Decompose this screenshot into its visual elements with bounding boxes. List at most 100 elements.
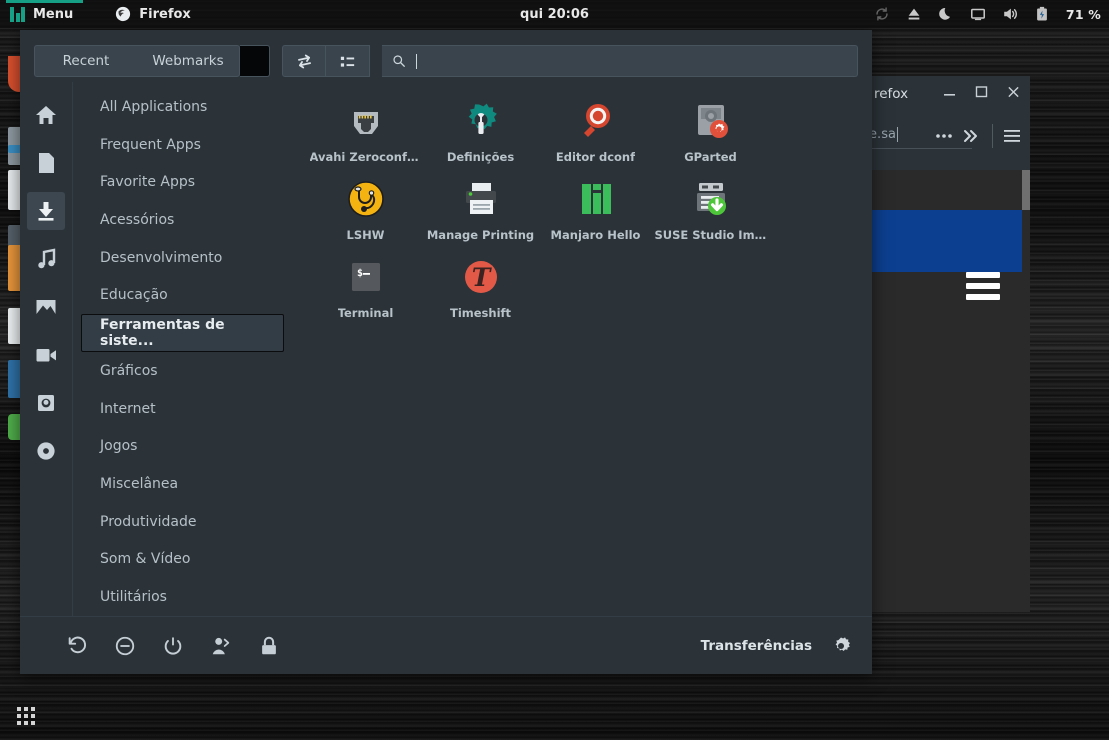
switch-view-icon[interactable] (282, 45, 326, 77)
chevron-double-right-icon[interactable] (957, 123, 985, 149)
tab-webmarks[interactable]: Webmarks (137, 46, 239, 76)
rail-downloads-icon[interactable] (27, 192, 65, 230)
app-item[interactable]: Avahi Zeroconf B... (308, 96, 423, 174)
menu-toolbar (282, 45, 370, 77)
rail-music-icon[interactable] (27, 240, 65, 278)
app-grid-icon (31, 707, 35, 711)
svg-text:$: $ (357, 268, 363, 279)
system-tray: 71 % (874, 6, 1101, 22)
category-item[interactable]: Acessórios (81, 201, 284, 239)
app-grid-icon (24, 714, 28, 718)
top-panel: Menu Firefox qui 20:06 71 % (0, 0, 1109, 28)
dconf-editor-icon (575, 100, 617, 142)
firefox-window[interactable]: refox re.sa (864, 76, 1030, 612)
menu-body: All Applications Frequent Apps Favorite … (20, 82, 872, 616)
page-hamburger-menu-icon[interactable] (966, 272, 1000, 305)
category-item-selected[interactable]: Ferramentas de siste... (81, 314, 284, 353)
show-desktop-button[interactable] (17, 707, 35, 725)
page-scrollbar[interactable] (1022, 170, 1030, 210)
eject-icon[interactable] (906, 6, 922, 22)
application-menu[interactable]: Recent Webmarks All Applications Frequen… (20, 30, 872, 674)
svg-text:T: T (471, 263, 492, 292)
list-view-icon[interactable] (326, 45, 370, 77)
category-item[interactable]: Produtividade (81, 503, 284, 541)
menu-footer: Transferências (20, 616, 872, 674)
app-item[interactable]: GParted (653, 96, 768, 174)
app-item[interactable]: SUSE Studio Ima... (653, 174, 768, 252)
app-label: Manjaro Hello (550, 228, 641, 242)
rail-disc-icon[interactable] (27, 432, 65, 470)
menu-header: Recent Webmarks (20, 30, 872, 82)
rail-pictures-icon[interactable] (27, 288, 65, 326)
address-bar-caret (896, 127, 898, 142)
category-item[interactable]: Desenvolvimento (81, 239, 284, 277)
category-label: Acessórios (100, 212, 175, 229)
app-item[interactable]: Editor dconf (538, 96, 653, 174)
category-item[interactable]: Jogos (81, 427, 284, 465)
app-item[interactable]: Manage Printing (423, 174, 538, 252)
app-item[interactable]: LSHW (308, 174, 423, 252)
avahi-zeroconf-browser-icon (345, 100, 387, 142)
logout-button[interactable] (210, 635, 232, 657)
app-item[interactable]: Manjaro Hello (538, 174, 653, 252)
menu-footer-right: Transferências (701, 635, 852, 657)
rail-videos-icon[interactable] (27, 336, 65, 374)
category-item[interactable]: Favorite Apps (81, 163, 284, 201)
suspend-button[interactable] (114, 635, 136, 657)
firefox-titlebar[interactable]: refox (864, 76, 1030, 114)
toolbar-divider (992, 124, 993, 148)
minimize-button[interactable] (943, 84, 956, 99)
category-item[interactable]: Internet (81, 390, 284, 428)
night-mode-moon-icon[interactable] (938, 6, 954, 22)
category-item[interactable]: Gráficos (81, 352, 284, 390)
firefox-page-content[interactable] (864, 170, 1030, 612)
category-item[interactable]: Educação (81, 277, 284, 315)
category-label: Educação (100, 287, 168, 304)
tab-overflow-area[interactable] (240, 45, 270, 77)
rail-camera-icon[interactable] (27, 384, 65, 422)
toolbar-actions (931, 123, 1024, 149)
category-item[interactable]: Frequent Apps (81, 126, 284, 164)
category-label: Frequent Apps (100, 136, 201, 153)
app-label: Timeshift (449, 306, 512, 320)
app-item[interactable]: Definições (423, 96, 538, 174)
tab-recent[interactable]: Recent (35, 46, 137, 76)
footer-user-label: Transferências (700, 637, 812, 654)
app-item[interactable]: $ Terminal (308, 252, 423, 330)
rail-home-icon[interactable] (27, 96, 65, 134)
application-grid[interactable]: Avahi Zeroconf B... Definições Editor dc… (292, 82, 872, 616)
search-input[interactable] (382, 45, 858, 77)
firefox-toolbar: re.sa (864, 114, 1030, 170)
menu-tabs: Recent Webmarks (34, 45, 270, 77)
display-icon[interactable] (970, 6, 986, 22)
app-item[interactable]: T Timeshift (423, 252, 538, 330)
category-list[interactable]: All Applications Frequent Apps Favorite … (72, 82, 292, 616)
battery-icon[interactable] (1034, 6, 1050, 22)
session-buttons (66, 635, 280, 657)
terminal-icon: $ (345, 256, 387, 298)
app-label: LSHW (346, 228, 385, 242)
shutdown-button[interactable] (162, 635, 184, 657)
app-grid-icon (31, 714, 35, 718)
category-item[interactable]: Utilitários (81, 578, 284, 616)
category-item[interactable]: All Applications (81, 88, 284, 126)
window-controls (943, 84, 1020, 99)
ellipsis-icon[interactable] (931, 123, 957, 149)
volume-icon[interactable] (1002, 6, 1018, 22)
lock-screen-button[interactable] (258, 635, 280, 657)
sync-icon[interactable] (874, 6, 890, 22)
category-item[interactable]: Som & Vídeo (81, 541, 284, 579)
rail-documents-icon[interactable] (27, 144, 65, 182)
maximize-button[interactable] (975, 84, 988, 99)
category-label: Gráficos (100, 362, 158, 379)
category-label: All Applications (100, 98, 208, 115)
app-grid-icon (17, 707, 21, 711)
restart-button[interactable] (66, 635, 88, 657)
app-grid-icon (24, 707, 28, 711)
hamburger-menu-icon[interactable] (1000, 123, 1024, 149)
close-button[interactable] (1007, 84, 1020, 99)
gear-icon[interactable] (830, 635, 852, 657)
category-item[interactable]: Miscelânea (81, 465, 284, 503)
category-label: Favorite Apps (100, 174, 196, 191)
app-label: Editor dconf (555, 150, 636, 164)
